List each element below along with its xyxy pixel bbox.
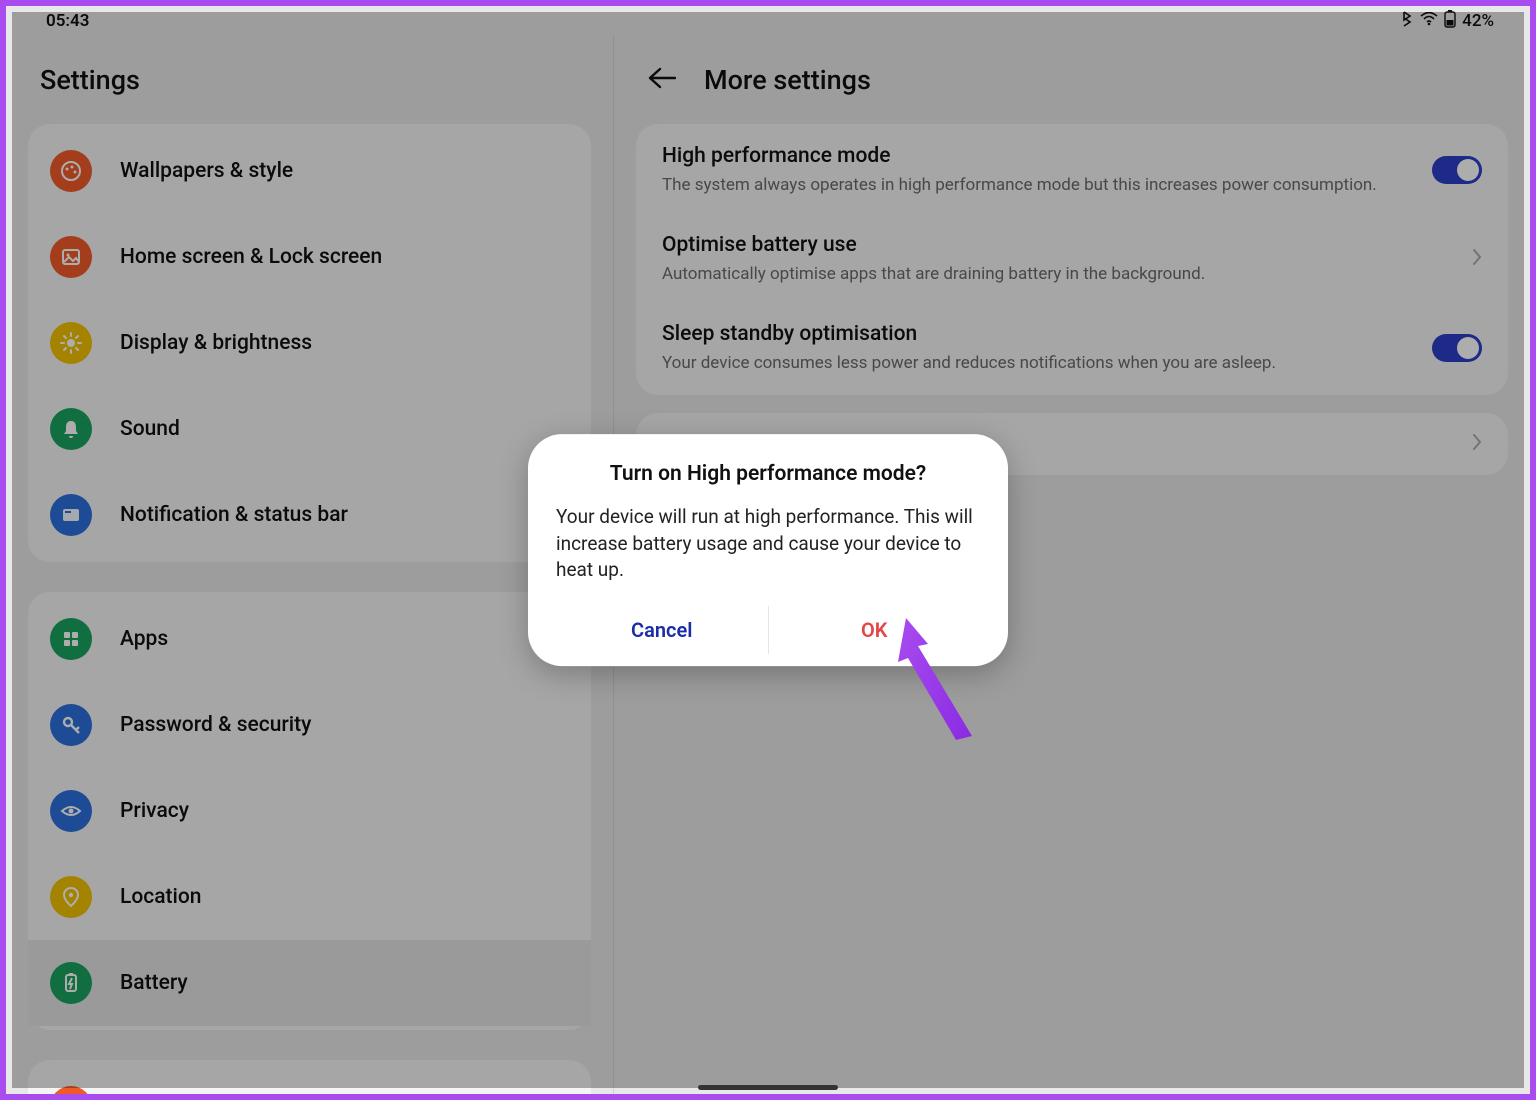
- sidebar-item-key[interactable]: Password & security: [28, 682, 591, 768]
- setting-title: Optimise battery use: [662, 233, 1456, 257]
- sidebar-item-label: Privacy: [120, 799, 189, 823]
- sun-icon: [50, 322, 92, 364]
- detail-title: More settings: [704, 64, 871, 96]
- bluetooth-icon: [1400, 11, 1414, 32]
- toggle-switch[interactable]: [1432, 156, 1482, 184]
- sidebar-item-bell[interactable]: Sound: [28, 386, 591, 472]
- setting-desc: Automatically optimise apps that are dra…: [662, 263, 1456, 286]
- sidebar-group: Special features: [28, 1060, 591, 1094]
- sidebar-item-grid[interactable]: Apps: [28, 596, 591, 682]
- confirm-dialog: Turn on High performance mode? Your devi…: [528, 434, 1008, 666]
- sidebar-item-label: Home screen & Lock screen: [120, 245, 382, 269]
- sidebar-item-label: Apps: [120, 627, 168, 651]
- setting-row[interactable]: High performance mode The system always o…: [636, 126, 1508, 215]
- ok-button[interactable]: OK: [768, 606, 981, 654]
- eye-icon: [50, 790, 92, 832]
- chevron-right-icon: [1472, 248, 1482, 270]
- cancel-button[interactable]: Cancel: [556, 606, 768, 654]
- sidebar-item-label: Battery: [120, 971, 188, 995]
- battery-icon: [1444, 10, 1456, 33]
- setting-desc: Your device consumes less power and redu…: [662, 352, 1416, 375]
- setting-row[interactable]: Optimise battery use Automatically optimi…: [636, 215, 1508, 304]
- palette-icon: [50, 150, 92, 192]
- settings-title: Settings: [28, 36, 591, 124]
- sidebar-item-pin[interactable]: Location: [28, 854, 591, 940]
- wifi-icon: [1420, 11, 1438, 31]
- sidebar-item-label: Notification & status bar: [120, 503, 348, 527]
- setting-title: Sleep standby optimisation: [662, 322, 1416, 346]
- bar-icon: [50, 494, 92, 536]
- battery-icon: [50, 962, 92, 1004]
- sidebar-item-sun[interactable]: Display & brightness: [28, 300, 591, 386]
- dialog-body: Your device will run at high performance…: [556, 504, 980, 584]
- sidebar-item-label: Display & brightness: [120, 331, 312, 355]
- dialog-title: Turn on High performance mode?: [556, 462, 980, 486]
- sidebar-item-label: Wallpapers & style: [120, 159, 293, 183]
- sidebar-item-label: Sound: [120, 417, 180, 441]
- back-icon[interactable]: [648, 67, 676, 93]
- nav-pill[interactable]: [698, 1085, 838, 1090]
- pin-icon: [50, 876, 92, 918]
- grid-icon: [50, 618, 92, 660]
- sidebar-item-palette[interactable]: Wallpapers & style: [28, 128, 591, 214]
- chevron-right-icon: [1472, 433, 1482, 455]
- status-time: 05:43: [46, 11, 89, 31]
- sidebar-item-battery[interactable]: Battery: [28, 940, 591, 1026]
- sidebar-item-bar[interactable]: Notification & status bar: [28, 472, 591, 558]
- key-icon: [50, 704, 92, 746]
- sidebar-item-star[interactable]: Special features: [28, 1064, 591, 1094]
- sidebar-item-image[interactable]: Home screen & Lock screen: [28, 214, 591, 300]
- sidebar-item-label: Password & security: [120, 713, 311, 737]
- battery-percent: 42%: [1462, 11, 1494, 31]
- settings-sidebar: Settings Wallpapers & style Home screen &…: [6, 36, 614, 1094]
- setting-title: High performance mode: [662, 144, 1416, 168]
- status-bar: 05:43 42%: [6, 6, 1530, 36]
- setting-desc: The system always operates in high perfo…: [662, 174, 1416, 197]
- sidebar-group: Apps Password & security Privacy Location Ba…: [28, 592, 591, 1030]
- bell-icon: [50, 408, 92, 450]
- setting-row[interactable]: Sleep standby optimisation Your device co…: [636, 304, 1508, 393]
- sidebar-item-eye[interactable]: Privacy: [28, 768, 591, 854]
- toggle-switch[interactable]: [1432, 334, 1482, 362]
- detail-card: High performance mode The system always o…: [636, 124, 1508, 395]
- sidebar-group: Wallpapers & style Home screen & Lock scr…: [28, 124, 591, 562]
- image-icon: [50, 236, 92, 278]
- sidebar-item-label: Location: [120, 885, 202, 909]
- detail-header: More settings: [636, 36, 1508, 124]
- status-right: 42%: [1400, 10, 1494, 33]
- star-icon: [50, 1086, 92, 1094]
